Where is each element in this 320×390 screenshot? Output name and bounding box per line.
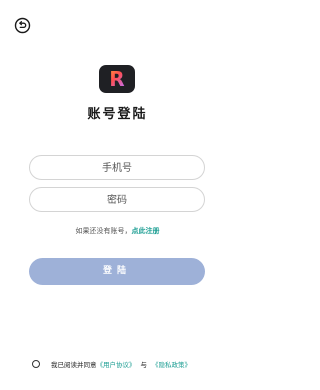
password-field[interactable]: [29, 187, 205, 212]
agree-checkbox[interactable]: [32, 360, 40, 368]
back-arrow-icon[interactable]: [14, 17, 31, 34]
agreement-prefix: 我已阅读并同意: [51, 361, 97, 369]
privacy-policy-link[interactable]: 《隐私政策》: [152, 359, 191, 369]
register-hint: 如果还没有账号，点此注册: [0, 226, 235, 236]
agreement-row: 我已阅读并同意 《用户协议》 与 《隐私政策》: [32, 358, 191, 370]
back-arrow-icon-graphic: [14, 17, 31, 34]
login-screen: R 账号登陆 如果还没有账号，点此注册 登陆 我已阅读并同意 《用户协议》 与 …: [0, 0, 235, 390]
page-title: 账号登陆: [87, 107, 148, 122]
phone-input[interactable]: [30, 157, 204, 180]
register-hint-text: 如果还没有账号，: [75, 227, 132, 235]
register-link[interactable]: 点此注册: [132, 226, 160, 235]
login-button[interactable]: 登陆: [29, 258, 205, 285]
phone-field[interactable]: [29, 155, 205, 180]
agreement-and: 与: [140, 361, 148, 369]
user-agreement-link[interactable]: 《用户协议》: [97, 359, 136, 369]
app-logo: R: [99, 65, 135, 93]
password-input[interactable]: [30, 189, 204, 212]
app-logo-letter: R: [99, 65, 135, 93]
